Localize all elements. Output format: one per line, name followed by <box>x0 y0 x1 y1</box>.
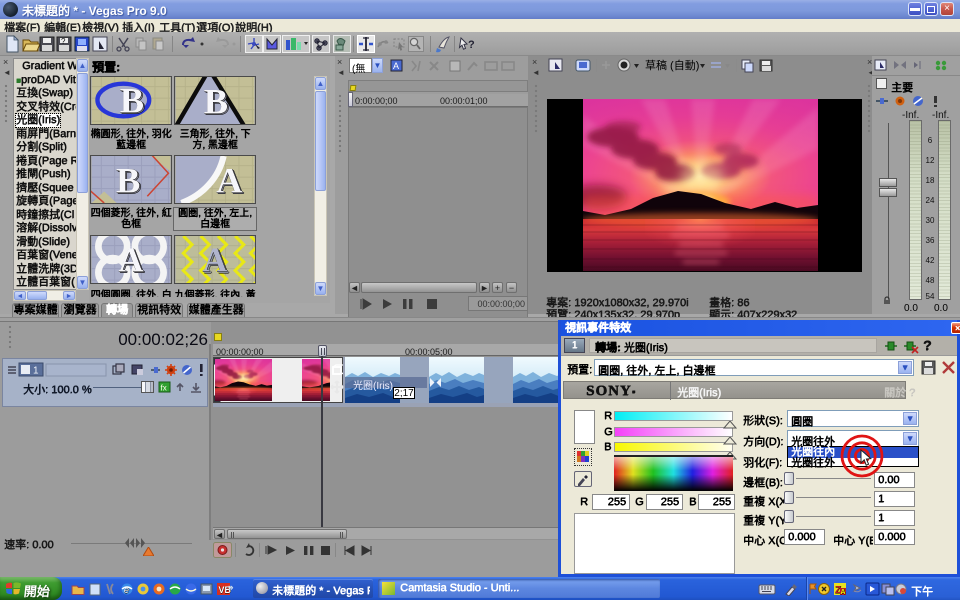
svg-text:B: B <box>116 160 140 200</box>
svg-text:?: ? <box>61 37 66 46</box>
svg-text:?: ? <box>468 39 475 51</box>
svg-text:A: A <box>119 241 144 279</box>
svg-text:A: A <box>216 160 243 200</box>
svg-text:B: B <box>120 80 144 120</box>
svg-text:A: A <box>203 241 228 279</box>
svg-text:1: 1 <box>33 366 39 377</box>
svg-text:e: e <box>124 585 129 595</box>
svg-text:A: A <box>393 61 399 71</box>
svg-text:草稿 (自動): 草稿 (自動) <box>645 58 699 72</box>
svg-text:A: A <box>841 589 846 596</box>
svg-text:fx: fx <box>161 384 167 393</box>
svg-text:B: B <box>204 81 228 121</box>
